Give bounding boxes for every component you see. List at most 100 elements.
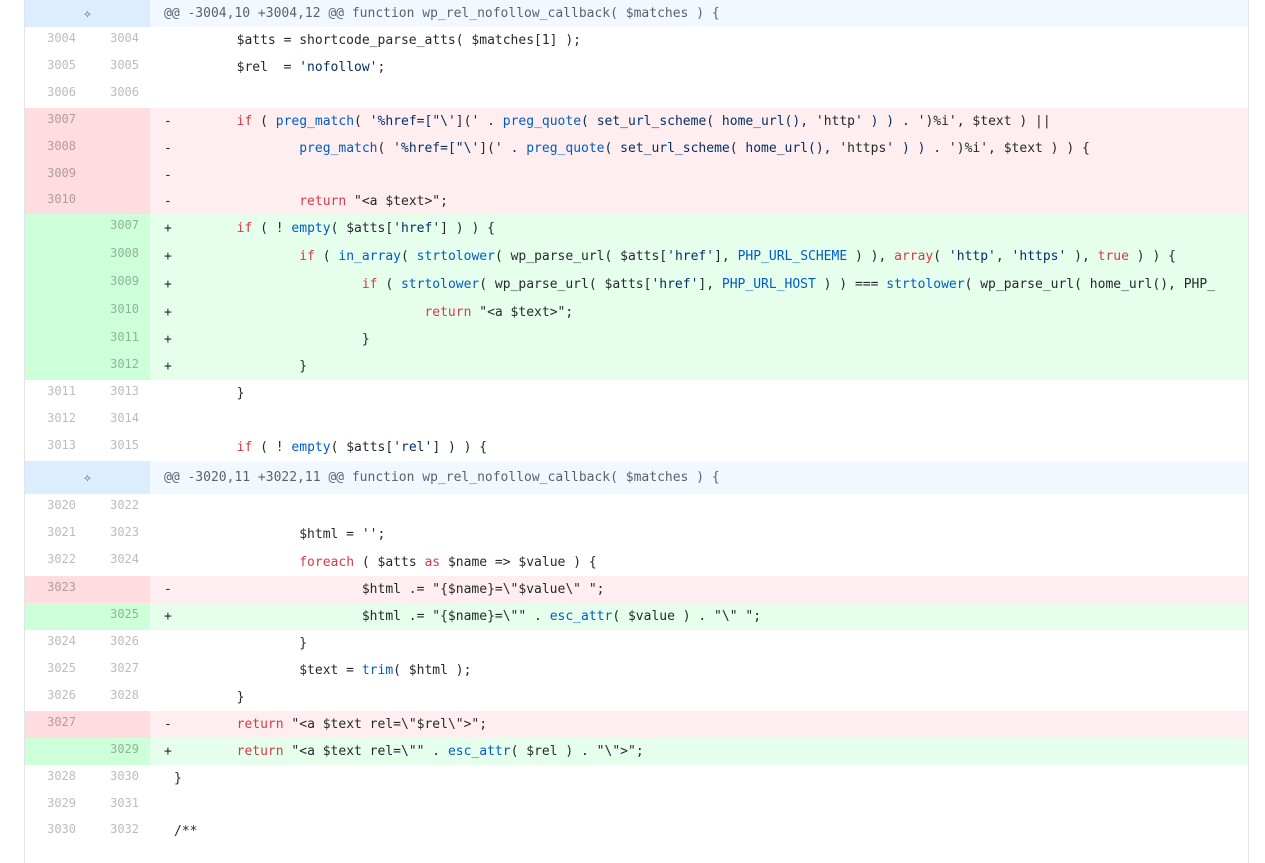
code-line: - $html .= "{$name}=\"$value\" "; [150,576,1248,603]
new-line-number[interactable]: 3005 [87,54,150,81]
old-line-number[interactable]: 3029 [25,792,87,818]
new-line-number[interactable] [87,188,150,214]
new-line-number[interactable]: 3031 [87,792,150,818]
new-line-number[interactable]: 3030 [87,765,150,792]
diff-line: 3021 3023 $html = ''; [25,521,1248,548]
diff-line: 3011 + } [25,326,1248,353]
expand-icon[interactable]: ✧ [25,0,150,27]
code-line: - return "<a $text rel=\"$rel\">"; [150,711,1248,738]
new-line-number[interactable]: 3029 [87,738,150,765]
new-line-number[interactable]: 3024 [87,548,150,576]
old-line-number[interactable]: 3020 [25,494,87,521]
old-line-number[interactable]: 3010 [25,188,87,214]
new-line-number[interactable]: 3022 [87,494,150,521]
diff-line: 3022 3024 foreach ( $atts as $name => $va… [25,548,1248,576]
diff-line: 3020 3022 [25,494,1248,521]
new-line-number[interactable] [87,576,150,603]
code-text: $html = ''; [174,527,386,542]
new-line-number[interactable] [87,135,150,162]
code-line: if ( ! empty( $atts['rel'] ) ) { [150,434,1248,461]
new-line-number[interactable]: 3032 [87,818,150,844]
old-line-number[interactable]: 3023 [25,576,87,603]
old-line-number[interactable] [25,738,87,765]
new-line-number[interactable]: 3025 [87,603,150,630]
diff-marker [164,386,174,401]
code-line: $text = trim( $html ); [150,657,1248,684]
code-text: if ( strtolower( wp_parse_url( $atts['hr… [361,276,1216,292]
old-line-number[interactable] [25,270,87,298]
old-line-number[interactable]: 3013 [25,434,87,461]
old-line-number[interactable]: 3024 [25,630,87,657]
code-text: $text = trim( $html ); [174,663,472,678]
new-line-number[interactable] [87,711,150,738]
old-line-number[interactable] [25,353,87,380]
old-line-number[interactable] [25,326,87,353]
old-line-number[interactable] [25,603,87,630]
old-line-number[interactable] [25,298,87,326]
new-line-number[interactable]: 3009 [87,270,150,298]
old-line-number[interactable]: 3021 [25,521,87,548]
diff-marker: + [164,609,172,624]
old-line-number[interactable]: 3005 [25,54,87,81]
diff-marker: - [164,114,172,129]
new-line-number[interactable]: 3026 [87,630,150,657]
code-line: + return "<a $text rel=\"" . esc_attr( $… [150,738,1248,765]
new-line-number[interactable]: 3012 [87,353,150,380]
hunk-header: ✧ @@ -3004,10 +3004,12 @@ function wp_rel… [25,0,1248,27]
old-line-number[interactable]: 3028 [25,765,87,792]
new-line-number[interactable]: 3004 [87,27,150,54]
new-line-number[interactable]: 3007 [87,214,150,242]
new-line-number[interactable]: 3010 [87,298,150,326]
new-line-number[interactable]: 3013 [87,380,150,407]
diff-marker: - [164,717,172,732]
diff-line: 3025 3027 $text = trim( $html ); [25,657,1248,684]
diff-marker: + [164,744,172,759]
code-text: } [174,386,245,401]
code-text: } [174,636,308,651]
code-line: foreach ( $atts as $name => $value ) { [150,548,1248,576]
new-line-number[interactable]: 3014 [87,407,150,434]
old-line-number[interactable]: 3004 [25,27,87,54]
diff-line: 3006 3006 [25,81,1248,108]
old-line-number[interactable] [25,242,87,270]
code-text: } [174,771,182,786]
new-line-number[interactable] [87,108,150,135]
old-line-number[interactable]: 3009 [25,162,87,188]
diff-view: ✧ @@ -3004,10 +3004,12 @@ function wp_rel… [24,0,1249,863]
old-line-number[interactable]: 3007 [25,108,87,135]
diff-line: 3008 - preg_match( '%href=["\'](' . preg_… [25,135,1248,162]
new-line-number[interactable]: 3023 [87,521,150,548]
old-line-number[interactable]: 3030 [25,818,87,844]
new-line-number[interactable] [87,162,150,188]
diff-marker [164,60,174,75]
old-line-number[interactable]: 3025 [25,657,87,684]
old-line-number[interactable]: 3008 [25,135,87,162]
new-line-number[interactable]: 3028 [87,684,150,711]
diff-marker [164,690,174,705]
old-line-number[interactable]: 3022 [25,548,87,576]
expand-icon[interactable]: ✧ [25,461,150,494]
code-line: + return "<a $text>"; [150,298,1248,326]
code-text: } [174,690,245,705]
old-line-number[interactable]: 3006 [25,81,87,108]
new-line-number[interactable]: 3006 [87,81,150,108]
code-line [150,81,1248,108]
code-line: + $html .= "{$name}=\"" . esc_attr( $val… [150,603,1248,630]
old-line-number[interactable] [25,214,87,242]
code-text: /** [174,823,198,839]
new-line-number[interactable]: 3027 [87,657,150,684]
old-line-number[interactable]: 3027 [25,711,87,738]
diff-marker [164,527,174,542]
code-text: return "<a $text>"; [424,304,574,320]
code-text: return "<a $text rel=\"" . esc_attr( $re… [236,744,644,759]
code-line: /** [150,818,1248,844]
old-line-number[interactable]: 3011 [25,380,87,407]
new-line-number[interactable]: 3015 [87,434,150,461]
old-line-number[interactable]: 3012 [25,407,87,434]
diff-line: 3023 - $html .= "{$name}=\"$value\" "; [25,576,1248,603]
code-line: } [150,380,1248,407]
new-line-number[interactable]: 3011 [87,326,150,353]
new-line-number[interactable]: 3008 [87,242,150,270]
old-line-number[interactable]: 3026 [25,684,87,711]
code-text: preg_match( '%href=["\'](' . preg_quote(… [299,141,1090,156]
